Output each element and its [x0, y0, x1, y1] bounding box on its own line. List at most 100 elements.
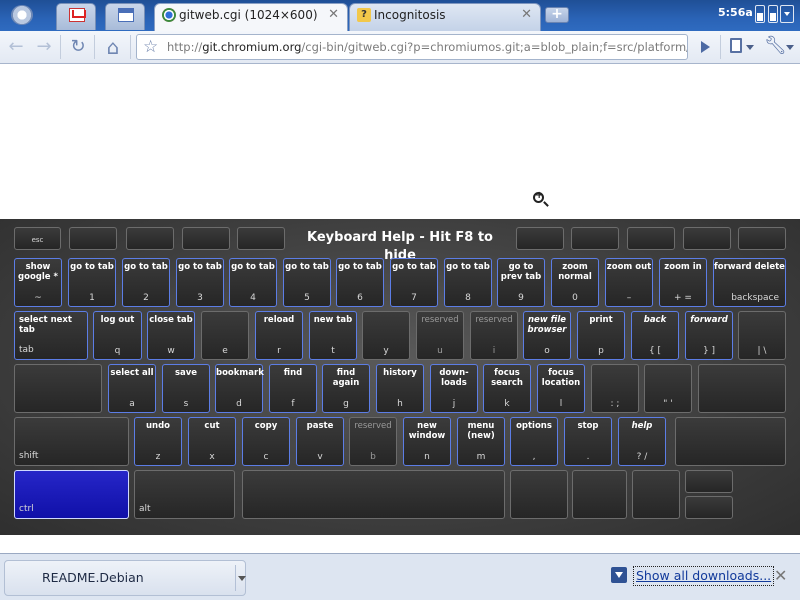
page-menu-button[interactable] [728, 36, 758, 58]
tab-close-icon[interactable]: ✕ [328, 4, 339, 26]
key-glyph-label: f [291, 399, 295, 409]
key-glyph-label: o [544, 346, 550, 356]
key-action-label: reserved [475, 315, 513, 325]
url-text[interactable]: http://git.chromium.org/cgi-bin/gitweb.c… [167, 35, 687, 59]
back-button[interactable]: ← [3, 35, 29, 59]
key-glyph-label: t [331, 346, 335, 356]
key-m: menu (new) m [457, 417, 505, 466]
bookmark-star-icon[interactable]: ☆ [143, 36, 158, 58]
chevron-down-icon [786, 45, 794, 50]
keyboard-overlay: Keyboard Help - Hit F8 to hide show goog… [0, 219, 800, 535]
download-shelf: README.Debian Show all downloads... ✕ [0, 553, 800, 600]
key-glyph-label: y [383, 346, 389, 356]
key-blank: : ; [591, 364, 639, 413]
key-action-label: focus location [541, 368, 581, 388]
key-glyph-label: e [222, 346, 228, 356]
key-action-label: zoom out [606, 262, 652, 272]
key-blank [242, 470, 505, 519]
key-o: new file browser o [523, 311, 571, 360]
pinned-tab-calendar[interactable] [105, 3, 145, 30]
key-action-label: find [283, 368, 303, 378]
key-action-label: go to tab [338, 262, 382, 272]
download-item-separator [235, 565, 236, 591]
url-scheme: http:// [167, 40, 203, 54]
key-6: go to tab 6 [336, 258, 384, 307]
clock[interactable]: 5:56a [718, 6, 753, 19]
key-action-label: save [174, 368, 198, 378]
key-glyph-label: g [343, 399, 349, 409]
key-glyph-label: + = [674, 293, 692, 303]
key-glyph-label: 8 [465, 293, 471, 303]
download-item[interactable]: README.Debian [4, 560, 246, 596]
key-action-label: forward [690, 315, 728, 325]
url-host: git.chromium.org [202, 40, 302, 54]
key-action-label: menu (new) [467, 421, 495, 441]
key-glyph-label: u [437, 346, 443, 356]
new-tab-button[interactable]: + [545, 7, 569, 23]
home-button[interactable]: ⌂ [100, 35, 126, 59]
go-button-icon[interactable] [694, 35, 716, 59]
download-arrow-icon [611, 567, 627, 583]
key-back: back { [ [631, 311, 679, 360]
key-i: reserved i [470, 311, 518, 360]
key-ctrl: ctrl [14, 470, 129, 519]
show-all-downloads-link[interactable]: Show all downloads... [633, 566, 775, 586]
key-action-label: show google * [18, 262, 58, 282]
key-glyph-label: 4 [250, 293, 256, 303]
page-content: Keyboard Help - Hit F8 to hide show goog… [0, 65, 800, 553]
chromeos-menu-icon[interactable] [11, 5, 33, 25]
key-2: go to tab 2 [122, 258, 170, 307]
key-p: print p [577, 311, 625, 360]
key-action-label: cut [204, 421, 220, 431]
key-r: reload r [255, 311, 303, 360]
key-glyph-label: c [263, 452, 269, 462]
tab-close-icon[interactable]: ✕ [521, 4, 532, 26]
key-action-label: focus search [491, 368, 523, 388]
tab-incognitosis[interactable]: ? Incognitosis ✕ [349, 3, 541, 31]
network-status-icon[interactable] [755, 5, 765, 23]
key-4: go to tab 4 [229, 258, 277, 307]
wrench-menu-button[interactable]: 🔧︎ [764, 35, 796, 58]
address-bar[interactable]: ☆ http://git.chromium.org/cgi-bin/gitweb… [136, 34, 688, 60]
key-glyph-label: ctrl [19, 504, 34, 514]
forward-button[interactable]: → [31, 35, 57, 59]
key-glyph-label: z [155, 452, 161, 462]
key-options: options, [510, 417, 558, 466]
system-menu-icon[interactable] [780, 5, 794, 23]
key-l: focus location l [537, 364, 585, 413]
key-stop: stop. [564, 417, 612, 466]
key-n: new window n [403, 417, 451, 466]
key-esc: esc [14, 227, 61, 250]
key-action-label: stop [577, 421, 599, 431]
key-glyph-label: 2 [143, 293, 149, 303]
key-glyph-label: " ' [663, 399, 673, 409]
question-favicon-icon: ? [357, 8, 371, 22]
key-help: help ? / [618, 417, 666, 466]
key-glyph-label: . [586, 452, 590, 462]
key-function [182, 227, 230, 250]
key-glyph-label: l [559, 399, 563, 409]
key-glyph-label: – [626, 293, 632, 303]
close-icon[interactable]: ✕ [774, 566, 787, 585]
key-glyph-label: d [236, 399, 242, 409]
key-z: undo z [134, 417, 182, 466]
key-3: go to tab 3 [176, 258, 224, 307]
pinned-tab-gmail[interactable] [56, 3, 96, 30]
key-action-label: help [631, 421, 653, 431]
key-glyph-label: i [492, 346, 496, 356]
battery-status-icon[interactable] [768, 5, 778, 23]
key-glyph-label: b [370, 452, 376, 462]
chevron-down-icon[interactable] [238, 576, 246, 581]
tab-gitweb[interactable]: gitweb.cgi (1024×600) ✕ [154, 3, 348, 31]
key-glyph-label: h [397, 399, 403, 409]
key-backspace: forward delete backspace [713, 258, 786, 307]
toolbar-separator [720, 35, 721, 59]
key-glyph-label: w [167, 346, 175, 356]
reload-button[interactable]: ↻ [65, 35, 91, 59]
key-glyph-label: r [277, 346, 281, 356]
key-blank [572, 470, 627, 519]
key-blank: | \ [738, 311, 786, 360]
key-action-label: copy [254, 421, 278, 431]
tab-title: gitweb.cgi (1024×600) [179, 8, 318, 22]
key-action-label: go to tab [392, 262, 436, 272]
